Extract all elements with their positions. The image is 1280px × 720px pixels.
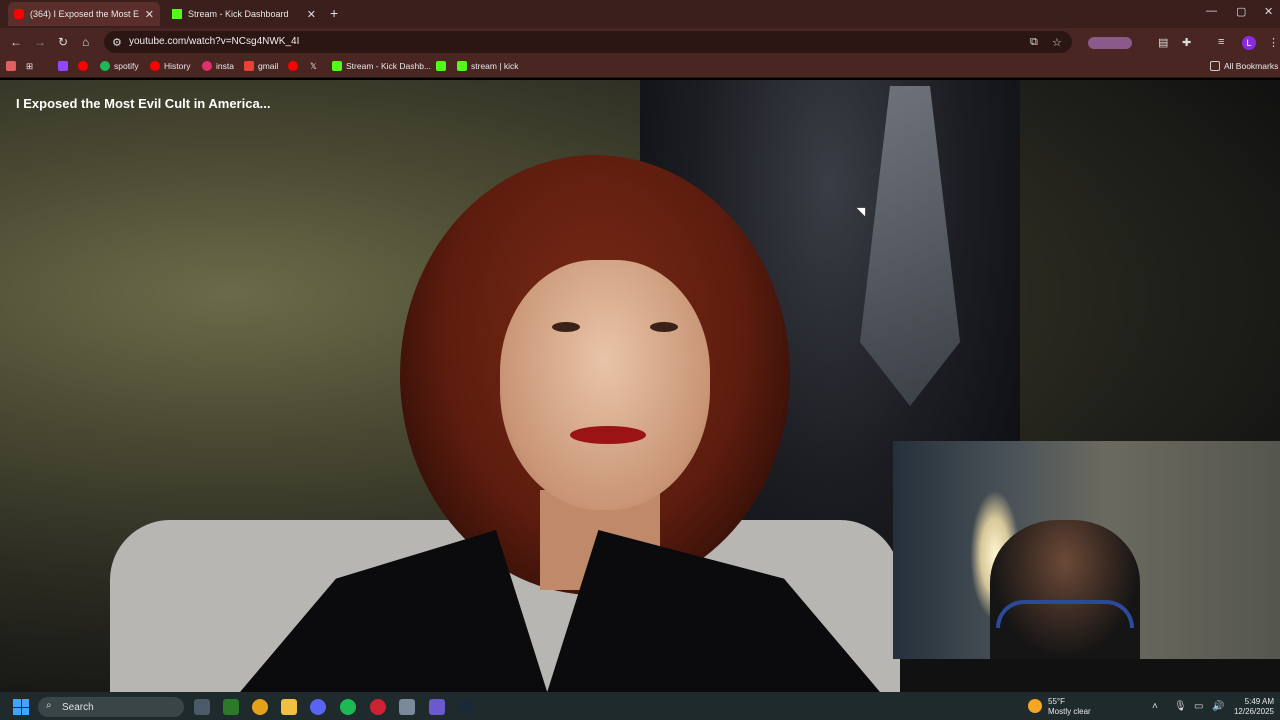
twitch-icon[interactable] [58,61,72,71]
chrome-icon[interactable] [252,699,268,715]
tab-kick-dashboard[interactable]: Stream - Kick Dashboard ✕ [166,2,322,26]
tab-youtube[interactable]: (364) I Exposed the Most E ✕ [8,2,160,26]
taskbar-clock[interactable]: 5:49 AM 12/26/2025 [1234,697,1274,717]
bookmark-label: Stream - Kick Dashb... [346,61,432,71]
clock-time: 5:49 AM [1244,697,1274,706]
bookmark-icon[interactable] [6,61,20,71]
close-tab-icon[interactable]: ✕ [307,8,316,21]
volume-icon[interactable]: 🔊 [1212,701,1224,712]
new-tab-button[interactable]: + [330,5,338,21]
bookmark-kick-dashboard[interactable]: Stream - Kick Dashb... [332,61,431,71]
bookmark-star-icon[interactable]: ☆ [1052,36,1062,49]
minimize-icon[interactable]: — [1206,5,1217,17]
weather-widget[interactable]: 55°F Mostly clear [1048,697,1091,717]
forward-icon[interactable]: → [34,35,46,49]
site-info-icon[interactable]: ⚙ [112,36,122,49]
video-title: I Exposed the Most Evil Cult in America.… [16,96,271,111]
extensions-puzzle-icon[interactable]: ✚ [1182,36,1191,49]
all-bookmarks-label: All Bookmarks [1224,61,1279,71]
settings-icon[interactable] [399,699,415,715]
kick-icon [172,9,182,19]
youtube-bookmark-icon[interactable] [78,61,92,71]
profile-avatar[interactable]: L [1242,36,1256,50]
video-frame-face [500,260,710,510]
x-icon[interactable]: 𝕏 [310,61,317,72]
weather-temp: 55°F [1048,697,1065,706]
maximize-icon[interactable]: ▢ [1236,5,1246,18]
taskbar-search-box[interactable] [38,697,184,717]
spotify-icon[interactable] [340,699,356,715]
bookmark-insta[interactable]: insta [202,61,234,71]
file-explorer-icon[interactable] [281,699,297,715]
reading-list-icon[interactable]: ▤ [1158,36,1168,49]
youtube-bookmark-icon[interactable] [288,61,302,71]
bookmark-spotify[interactable]: spotify [100,61,139,71]
tab-title: Stream - Kick Dashboard [188,9,289,19]
bookmark-history[interactable]: History [150,61,190,71]
bookmark-label: spotify [114,61,139,71]
app-icon[interactable] [370,699,386,715]
bookmark-stream-kick[interactable]: stream | kick [457,61,519,71]
bookmark-label: History [164,61,191,71]
bookmark-gmail[interactable]: gmail [244,61,278,71]
discord-icon[interactable] [310,699,326,715]
bookmark-label: gmail [258,61,279,71]
weather-icon[interactable] [1028,699,1042,713]
chevron-up-icon[interactable]: ˄ [1152,701,1158,712]
nvidia-icon[interactable] [223,699,239,715]
apps-grid-icon[interactable]: ⊞ [26,61,33,72]
search-icon: ⌕ [46,700,52,711]
folder-icon [1210,61,1220,71]
all-bookmarks-button[interactable]: All Bookmarks [1210,61,1278,71]
network-icon[interactable]: ▭ [1194,701,1203,712]
webcam-headset [996,600,1134,628]
video-frame-eye [552,322,580,332]
controller-icon[interactable] [429,699,445,715]
webcam-streamer [990,520,1140,659]
reload-icon[interactable]: ↻ [58,35,68,49]
microphone-icon[interactable]: 🎙 [1174,701,1187,712]
media-control-icon[interactable]: ≡ [1218,36,1224,48]
menu-icon[interactable]: ⋮ [1268,36,1279,49]
kick-bookmark-icon[interactable] [436,61,450,71]
weather-desc: Mostly clear [1048,707,1091,716]
tab-title: (364) I Exposed the Most E [30,9,140,19]
video-frame-lips [570,426,646,444]
task-view-icon[interactable] [194,699,210,715]
close-window-icon[interactable]: ✕ [1264,5,1273,18]
bookmark-label: stream | kick [471,61,519,71]
bookmark-label: insta [216,61,234,71]
taskbar-search-label: Search [62,702,94,713]
youtube-icon [14,9,24,19]
back-icon[interactable]: ← [10,35,22,49]
bookmarks-bar [0,56,1280,78]
steam-icon[interactable] [458,699,474,715]
url-text: youtube.com/watch?v=NCsg4NWK_4I [129,36,300,47]
clock-date: 12/26/2025 [1233,707,1274,716]
install-app-icon[interactable]: ⧉ [1030,36,1038,49]
extensions-icon[interactable] [1088,37,1132,49]
home-icon[interactable]: ⌂ [82,35,89,49]
windows-start-icon[interactable] [13,699,29,715]
close-tab-icon[interactable]: ✕ [145,8,154,21]
video-frame-eye [650,322,678,332]
